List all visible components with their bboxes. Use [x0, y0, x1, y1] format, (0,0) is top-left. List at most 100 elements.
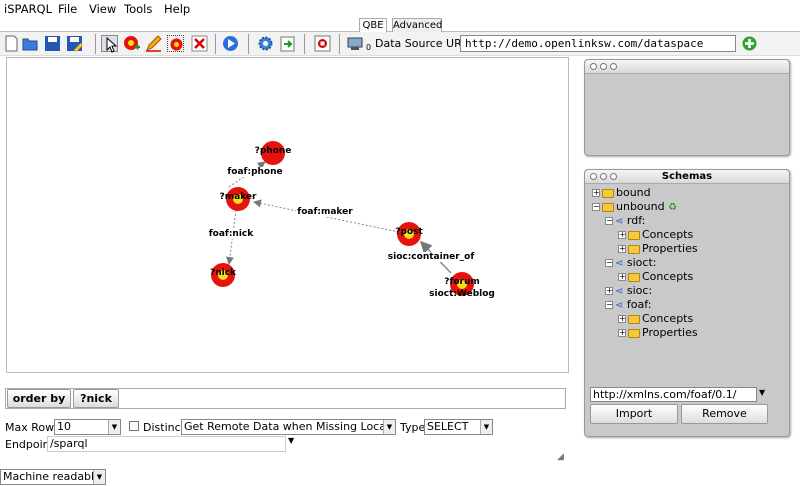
- close-icon[interactable]: [590, 63, 597, 70]
- remote-data-select[interactable]: Get Remote Data when Missing Locally ▼: [181, 419, 396, 435]
- expand-icon[interactable]: +: [618, 231, 626, 239]
- type-value: SELECT: [427, 420, 469, 433]
- expand-icon[interactable]: +: [618, 315, 626, 323]
- collapse-icon[interactable]: −: [605, 259, 613, 267]
- refresh-icon[interactable]: ♻: [668, 202, 677, 213]
- schema-label: foaf:: [626, 298, 652, 311]
- save-icon[interactable]: [44, 35, 61, 52]
- output-format-select[interactable]: Machine readable ▼: [0, 469, 106, 485]
- schema-label: sioct:: [626, 256, 657, 269]
- schema-item-foaf-properties[interactable]: + Properties: [618, 326, 698, 340]
- maximize-icon[interactable]: [610, 63, 617, 70]
- schema-label: Properties: [642, 242, 698, 255]
- run-icon[interactable]: [222, 35, 239, 52]
- edge-label-sioc-container-of: sioc:container_of: [386, 252, 476, 262]
- new-icon[interactable]: [3, 35, 20, 52]
- expand-icon[interactable]: +: [618, 273, 626, 281]
- schema-item-sioct[interactable]: − ⋖ sioct:: [605, 256, 656, 271]
- folder-icon: [628, 314, 640, 324]
- datasource-count: 0: [366, 43, 372, 52]
- expand-icon[interactable]: +: [592, 189, 600, 197]
- endpoint-chevron-icon[interactable]: ▼: [288, 436, 294, 445]
- menu-help[interactable]: Help: [164, 2, 190, 16]
- schema-item-rdf-concepts[interactable]: + Concepts: [618, 228, 693, 242]
- datasource-uri-input[interactable]: http://demo.openlinksw.com/dataspace: [460, 35, 736, 52]
- namespace-icon: ⋖: [615, 216, 624, 227]
- menu-tools[interactable]: Tools: [124, 2, 152, 16]
- import-button[interactable]: Import: [590, 404, 678, 424]
- datasource-icon[interactable]: [346, 35, 366, 52]
- schema-item-unbound[interactable]: − unbound ♻: [592, 200, 677, 215]
- minimize-icon[interactable]: [600, 63, 607, 70]
- expand-icon[interactable]: +: [618, 245, 626, 253]
- schema-uri-chevron-icon[interactable]: ▼: [759, 388, 765, 397]
- menu-view[interactable]: View: [89, 2, 116, 16]
- endpoint-input[interactable]: /sparql: [47, 436, 286, 452]
- node-label-maker: ?maker: [219, 192, 257, 202]
- orderby-field-nick[interactable]: ?nick: [73, 389, 119, 408]
- edit-icon[interactable]: [145, 35, 162, 52]
- schema-item-sioct-concepts[interactable]: + Concepts: [618, 270, 693, 284]
- schema-label: rdf:: [626, 214, 646, 227]
- open-icon[interactable]: [22, 35, 39, 52]
- max-rows-value: 10: [57, 420, 71, 433]
- menu-file[interactable]: File: [58, 2, 77, 16]
- distinct-checkbox[interactable]: [129, 421, 139, 431]
- export-icon[interactable]: [279, 35, 296, 52]
- select-pointer-icon[interactable]: [101, 35, 118, 53]
- schemas-titlebar[interactable]: Schemas: [585, 170, 789, 184]
- schema-label: sioc:: [626, 284, 653, 297]
- folder-icon: [628, 230, 640, 240]
- schema-item-rdf[interactable]: − ⋖ rdf:: [605, 214, 645, 229]
- empty-panel: [584, 59, 790, 156]
- orderby-button[interactable]: order by: [7, 389, 71, 408]
- remote-data-value: Get Remote Data when Missing Locally: [184, 420, 396, 433]
- expand-icon[interactable]: +: [618, 329, 626, 337]
- collapse-icon[interactable]: −: [592, 203, 600, 211]
- collapse-icon[interactable]: −: [605, 301, 613, 309]
- node-label-post: ?post: [395, 227, 423, 237]
- type-label: Type: [400, 421, 426, 434]
- settings-icon[interactable]: [257, 35, 274, 52]
- add-node-icon[interactable]: [123, 35, 140, 52]
- schema-uri-input[interactable]: http://xmlns.com/foaf/0.1/: [590, 387, 757, 402]
- add-datasource-icon[interactable]: [741, 35, 758, 52]
- schema-item-sioc[interactable]: + ⋖ sioc:: [605, 284, 652, 299]
- schema-item-bound[interactable]: + bound: [592, 186, 651, 200]
- namespace-icon: ⋖: [615, 300, 624, 311]
- resize-grip-icon[interactable]: ◢: [557, 452, 564, 462]
- mode-tabs: QBE Advanced: [0, 18, 800, 32]
- remove-button[interactable]: Remove: [681, 404, 768, 424]
- schema-item-foaf-concepts[interactable]: + Concepts: [618, 312, 693, 326]
- schema-label: Concepts: [642, 312, 694, 325]
- type-select[interactable]: SELECT ▼: [424, 419, 493, 435]
- collapse-icon[interactable]: −: [605, 217, 613, 225]
- max-rows-select[interactable]: 10 ▼: [54, 419, 121, 435]
- folder-icon: [628, 244, 640, 254]
- tab-advanced[interactable]: Advanced: [392, 18, 442, 32]
- namespace-icon: ⋖: [615, 258, 624, 269]
- chevron-down-icon: ▼: [108, 420, 120, 434]
- menu-bar: iSPARQL File View Tools Help: [0, 0, 800, 18]
- output-format-value: Machine readable: [3, 470, 101, 483]
- tab-qbe[interactable]: QBE: [359, 18, 387, 32]
- distinct-label: Distinct: [143, 421, 185, 434]
- stop-icon[interactable]: [314, 35, 331, 52]
- group-icon[interactable]: [167, 35, 184, 52]
- edge-label-foaf-maker: foaf:maker: [296, 207, 354, 217]
- expand-icon[interactable]: +: [605, 287, 613, 295]
- save-as-icon[interactable]: [66, 35, 83, 52]
- query-canvas[interactable]: ?phone ?maker ?nick ?post ?forum sioct:W…: [6, 57, 569, 373]
- node-label-forum: ?forum: [444, 277, 480, 287]
- schema-label: bound: [616, 186, 651, 199]
- orderby-bar: order by ?nick: [5, 388, 566, 409]
- delete-icon[interactable]: [191, 35, 208, 52]
- schema-label: Properties: [642, 326, 698, 339]
- menu-isparql[interactable]: iSPARQL: [4, 2, 52, 16]
- schemas-title: Schemas: [661, 171, 713, 182]
- schema-item-foaf[interactable]: − ⋖ foaf:: [605, 298, 651, 313]
- schema-item-rdf-properties[interactable]: + Properties: [618, 242, 698, 256]
- edge-label-foaf-phone: foaf:phone: [226, 167, 284, 177]
- empty-panel-titlebar[interactable]: [585, 60, 789, 74]
- max-rows-label: Max Rows: [5, 421, 60, 434]
